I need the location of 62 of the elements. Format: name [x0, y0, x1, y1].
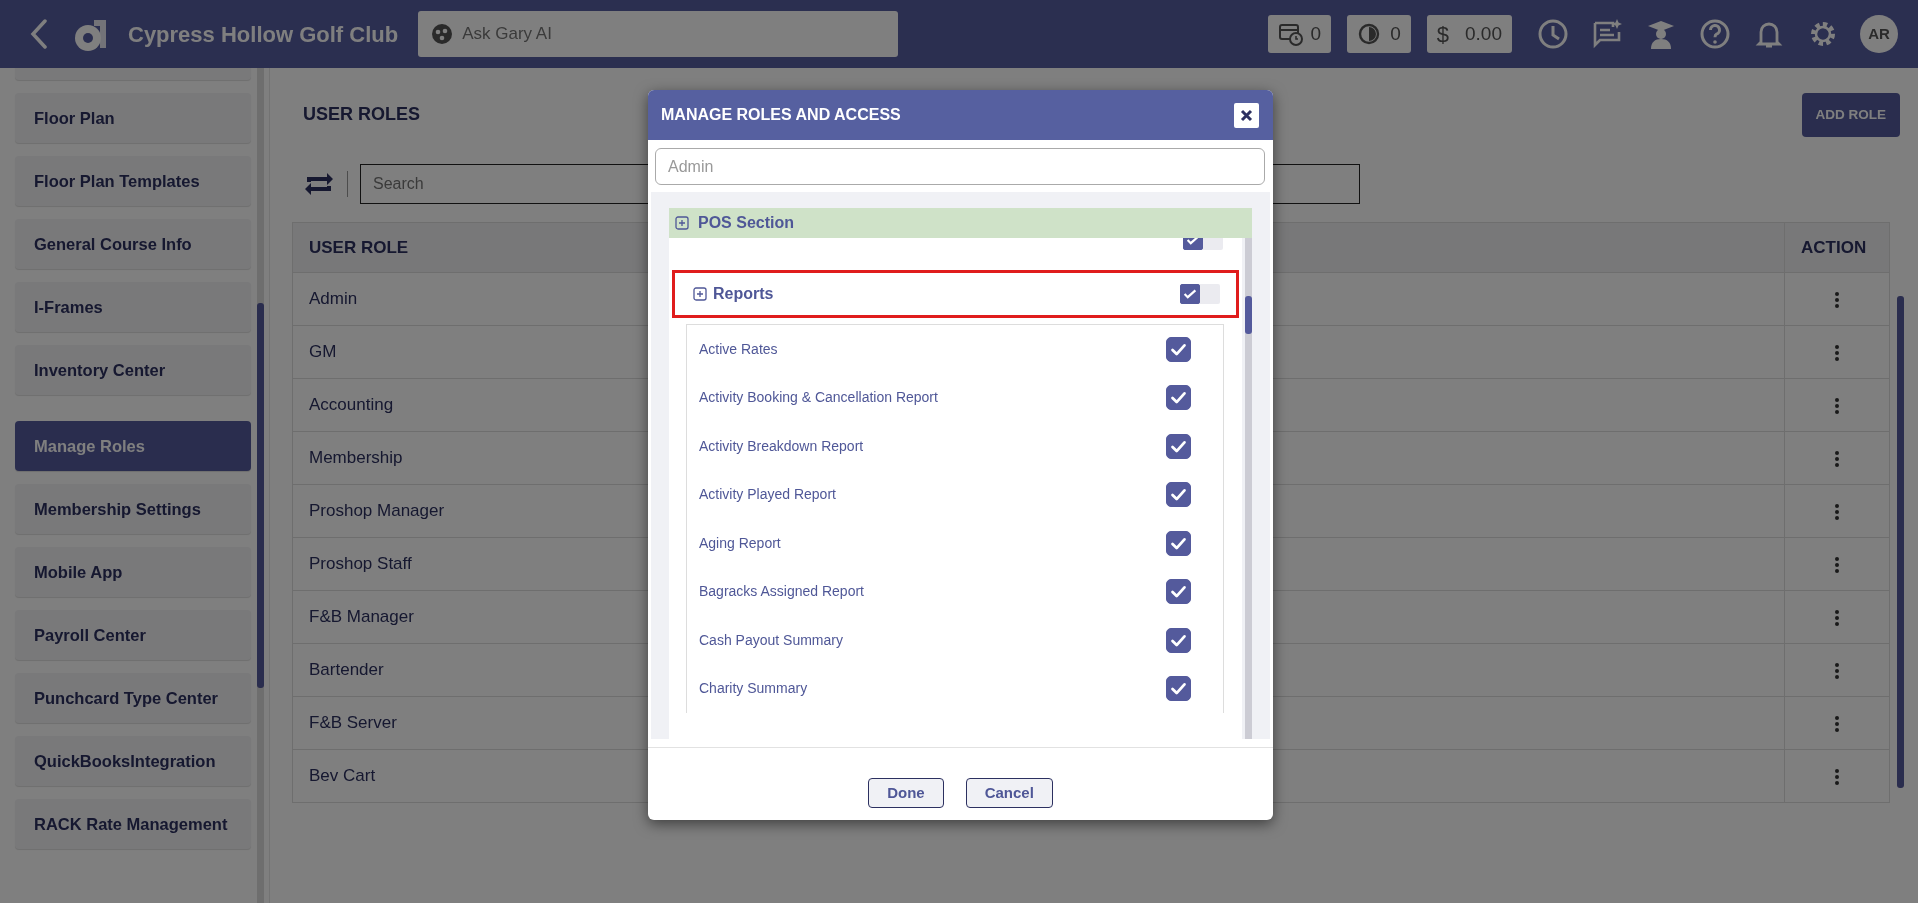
help-icon[interactable]: [1698, 17, 1732, 51]
more-icon[interactable]: [1834, 290, 1840, 309]
permission-label: Activity Played Report: [699, 485, 836, 505]
section-header[interactable]: POS Section: [669, 208, 1252, 238]
cancel-button[interactable]: Cancel: [965, 778, 1053, 808]
clock-icon[interactable]: [1536, 17, 1570, 51]
add-role-button[interactable]: ADD ROLE: [1801, 92, 1900, 138]
sidebar-item[interactable]: Manage Roles: [15, 421, 251, 471]
sidebar-item[interactable]: Membership Settings: [15, 484, 251, 534]
ask-ai-field[interactable]: Ask Gary AI: [418, 11, 899, 57]
checkbox[interactable]: [1166, 579, 1191, 605]
checkbox[interactable]: [1166, 676, 1191, 702]
column-header: ACTION: [1784, 222, 1890, 273]
club-name: Cypress Hollow Golf Club: [128, 20, 399, 49]
page-title: USER ROLES: [303, 104, 421, 126]
checkbox[interactable]: [1180, 284, 1200, 304]
sidebar-item[interactable]: RACK Rate Management: [15, 799, 251, 849]
plus-icon: [675, 216, 689, 230]
permission-label: Active Rates: [699, 339, 778, 359]
permission-label: Activity Breakdown Report: [699, 436, 864, 456]
permission-label: Activity Booking & Cancellation Report: [699, 388, 938, 408]
more-icon[interactable]: [1834, 608, 1840, 627]
more-icon[interactable]: [1834, 555, 1840, 574]
more-icon[interactable]: [1834, 396, 1840, 415]
more-icon[interactable]: [1834, 449, 1840, 468]
checkbox[interactable]: [1166, 482, 1191, 508]
more-icon[interactable]: [1834, 343, 1840, 362]
counter-badge[interactable]: 0: [1267, 15, 1332, 53]
scrollbar[interactable]: [1897, 296, 1904, 788]
sidebar-item[interactable]: Punchcard Type Center: [15, 673, 251, 723]
scrollbar[interactable]: [1245, 238, 1252, 739]
counter-badge[interactable]: $ 0.00: [1426, 15, 1512, 53]
more-icon[interactable]: [1834, 661, 1840, 680]
more-icon[interactable]: [1834, 714, 1840, 733]
refresh-icon[interactable]: [303, 172, 335, 196]
close-icon: [1240, 108, 1253, 122]
dialog-title: MANAGE ROLES AND ACCESS: [661, 105, 901, 125]
permission-label: Charity Summary: [699, 679, 808, 699]
checkbox[interactable]: [1166, 385, 1191, 411]
close-button[interactable]: [1234, 102, 1259, 128]
sidebar-item[interactable]: Payroll Center: [15, 610, 251, 660]
scrollbar[interactable]: [257, 68, 264, 903]
user-avatar[interactable]: AR: [1860, 15, 1898, 53]
checkbox[interactable]: [1166, 530, 1191, 556]
done-button[interactable]: Done: [868, 778, 944, 808]
plus-icon: [693, 287, 707, 301]
more-icon[interactable]: [1834, 502, 1840, 521]
checkbox[interactable]: [1166, 433, 1191, 459]
more-icon[interactable]: [1834, 767, 1840, 786]
checkbox[interactable]: [1166, 336, 1191, 362]
sidebar-item[interactable]: Mobile App: [15, 547, 251, 597]
sidebar-item[interactable]: Inventory Center: [15, 345, 251, 395]
sidebar-item[interactable]: I-Frames: [15, 282, 251, 332]
sidebar-item[interactable]: Floor Plan: [15, 93, 251, 143]
calendar-clock-icon: [1277, 22, 1303, 46]
checkbox[interactable]: [1166, 627, 1191, 653]
sidebar-item[interactable]: Floor Plan Templates: [15, 156, 251, 206]
sidebar-item[interactable]: General Course Info: [15, 219, 251, 269]
counter-badge[interactable]: 0: [1347, 15, 1411, 53]
sidebar-item[interactable]: QuickBooksIntegration: [15, 736, 251, 786]
back-icon[interactable]: [30, 19, 48, 49]
group-label[interactable]: Reports: [693, 282, 774, 306]
